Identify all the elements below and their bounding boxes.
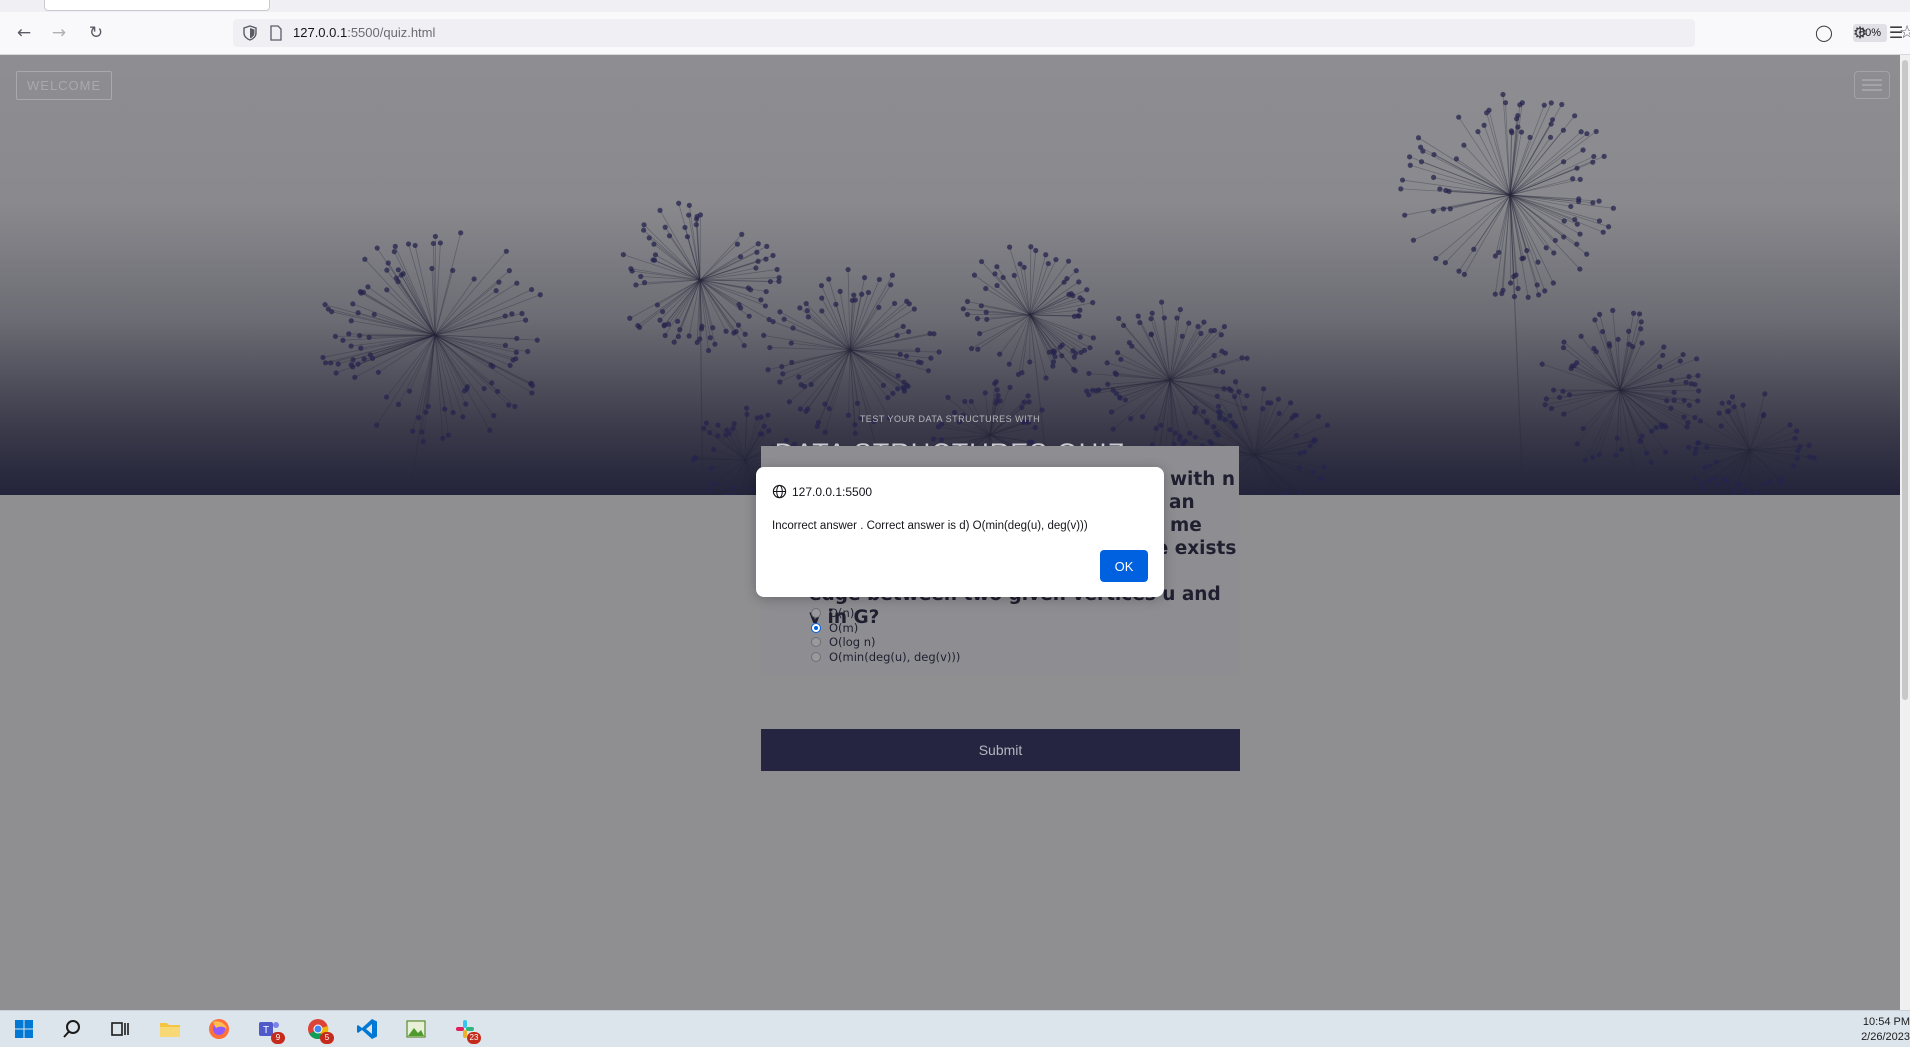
menu-icon[interactable]: ☰ — [1884, 21, 1908, 45]
active-tab[interactable] — [44, 0, 270, 11]
scrollbar-thumb[interactable] — [1902, 60, 1908, 700]
answer-option[interactable]: O(m) — [811, 621, 960, 636]
photos-app-icon[interactable] — [404, 1017, 428, 1041]
url-host: 127.0.0.1 — [293, 25, 347, 40]
url-text[interactable]: 127.0.0.1:5500/quiz.html — [293, 25, 435, 40]
windows-start-icon[interactable] — [12, 1017, 36, 1041]
ok-button[interactable]: OK — [1100, 550, 1148, 582]
tracking-protection-icon[interactable] — [241, 24, 259, 42]
firefox-icon[interactable] — [207, 1017, 231, 1041]
hamburger-menu-icon[interactable] — [1854, 71, 1890, 99]
radio-button[interactable] — [811, 652, 821, 662]
answer-option[interactable]: O(n) — [811, 606, 960, 621]
slack-icon[interactable]: 23 — [453, 1017, 477, 1041]
navigation-toolbar: ← → ↻ 127.0.0.1:5500/quiz.html 80% ☆ ◯ ⚙… — [0, 12, 1910, 55]
task-view-icon[interactable] — [108, 1017, 132, 1041]
page-info-icon[interactable] — [269, 25, 283, 41]
dialog-origin: 127.0.0.1:5500 — [792, 485, 872, 499]
windows-taskbar: T 9 5 23 10:54 PM 2/26/2023 — [0, 1010, 1910, 1047]
answer-options: O(n) O(m) O(log n) O(min(deg(u), deg(v))… — [811, 606, 960, 664]
globe-icon — [772, 484, 787, 499]
option-label: O(min(deg(u), deg(v))) — [829, 650, 960, 664]
vscode-icon[interactable] — [355, 1017, 379, 1041]
answer-option[interactable]: O(min(deg(u), deg(v))) — [811, 650, 960, 665]
extensions-icon[interactable]: ⚙ — [1848, 21, 1872, 45]
system-clock[interactable]: 10:54 PM 2/26/2023 — [1858, 1015, 1910, 1045]
radio-button[interactable] — [811, 637, 821, 647]
back-icon[interactable]: ← — [12, 21, 36, 45]
alert-dialog: 127.0.0.1:5500 Incorrect answer . Correc… — [756, 467, 1164, 597]
dialog-message: Incorrect answer . Correct answer is d) … — [772, 520, 1088, 532]
url-bar[interactable]: 127.0.0.1:5500/quiz.html 80% ☆ — [233, 19, 1695, 47]
option-label: O(n) — [829, 606, 854, 620]
answer-option[interactable]: O(log n) — [811, 635, 960, 650]
reload-icon[interactable]: ↻ — [84, 21, 108, 45]
radio-button[interactable] — [811, 608, 821, 618]
hero-banner: WELCOME TEST YOUR DATA STRUCTURES WITH D… — [0, 55, 1900, 495]
search-icon[interactable] — [60, 1017, 84, 1041]
notification-badge: 5 — [320, 1032, 334, 1044]
radio-button[interactable] — [811, 623, 821, 633]
option-label: O(log n) — [829, 635, 876, 649]
chrome-icon[interactable]: 5 — [306, 1017, 330, 1041]
svg-text:T: T — [263, 1025, 269, 1036]
notification-badge: 23 — [467, 1032, 481, 1044]
hero-subtitle: TEST YOUR DATA STRUCTURES WITH — [0, 414, 1900, 424]
clock-date: 2/26/2023 — [1858, 1030, 1910, 1045]
submit-button[interactable]: Submit — [761, 729, 1240, 771]
option-label: O(m) — [829, 621, 858, 635]
url-path: :5500/quiz.html — [347, 25, 435, 40]
teams-icon[interactable]: T 9 — [257, 1017, 281, 1041]
pocket-icon[interactable]: ◯ — [1812, 21, 1836, 45]
clock-time: 10:54 PM — [1858, 1015, 1910, 1030]
welcome-button[interactable]: WELCOME — [16, 71, 112, 100]
dandelion-background-image — [0, 55, 1900, 495]
file-explorer-icon[interactable] — [158, 1017, 182, 1041]
forward-icon[interactable]: → — [47, 21, 71, 45]
notification-badge: 9 — [271, 1032, 285, 1044]
tab-strip — [0, 0, 1910, 12]
